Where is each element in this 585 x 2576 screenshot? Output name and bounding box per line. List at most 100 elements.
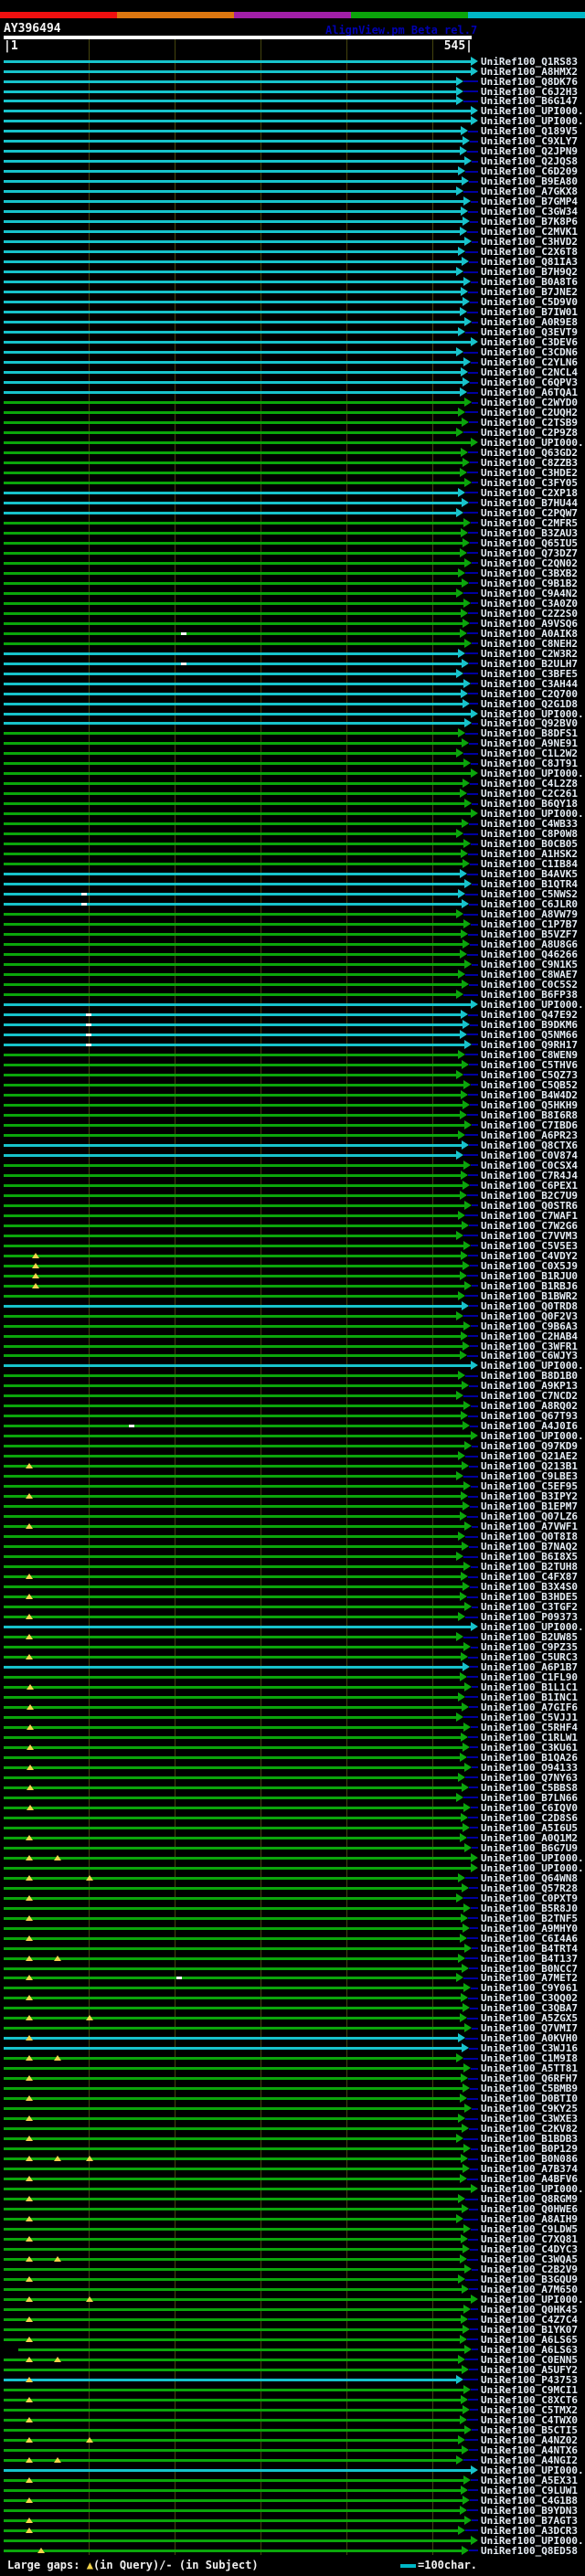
hit-line[interactable] [4,1786,462,1789]
hit-line[interactable] [4,742,462,745]
hit-label[interactable]: UniRef100_C7W2G6 [481,1221,578,1231]
hit-line[interactable] [4,2509,460,2512]
hit-line[interactable] [4,1636,456,1638]
hit-line[interactable] [4,1776,458,1779]
hit-line[interactable] [4,1235,456,1237]
hit-line[interactable] [4,933,461,936]
hit-line[interactable] [4,1345,463,1348]
hit-label[interactable]: UniRef100_C6I4A6 [481,1934,578,1944]
hit-line[interactable] [4,2519,464,2522]
hit-line[interactable] [4,2037,458,2040]
hit-line[interactable] [4,160,464,163]
hit-line[interactable] [4,2027,464,2030]
hit-line[interactable] [4,1475,456,1478]
hit-line[interactable] [4,542,463,545]
hit-line[interactable] [4,2057,456,2060]
hit-label[interactable]: UniRef100_C5V5E3 [481,1241,578,1251]
hit-label[interactable]: UniRef100_B4TRT4 [481,1944,578,1954]
hit-line[interactable] [4,1374,458,1377]
hit-line[interactable] [4,90,456,93]
hit-line[interactable] [4,220,463,223]
hit-line[interactable] [4,812,471,815]
hit-line[interactable] [4,1947,464,1950]
hit-line[interactable] [4,1535,458,1538]
hit-line[interactable] [4,301,463,303]
hit-label[interactable]: UniRef100_C4G1B8 [481,2496,578,2506]
hit-line[interactable] [4,1797,456,1799]
hit-line[interactable] [4,70,471,73]
hit-line[interactable] [4,291,461,293]
hit-line[interactable] [4,1656,461,1659]
hit-line[interactable] [4,903,462,906]
hit-line[interactable] [4,1937,460,1940]
hit-line[interactable] [4,1465,462,1468]
hit-line[interactable] [4,1094,461,1097]
hit-line[interactable] [4,973,458,976]
hit-line[interactable] [4,60,471,63]
hit-line[interactable] [4,2168,463,2170]
hit-line[interactable] [4,1686,464,1689]
hit-label[interactable]: UniRef100_A8HMX2 [481,67,578,77]
hit-line[interactable] [4,2479,463,2482]
hit-line[interactable] [4,2007,463,2009]
hit-line[interactable] [4,1766,464,1769]
hit-line[interactable] [4,451,461,454]
hit-line[interactable] [4,2318,461,2321]
hit-line[interactable] [4,2137,456,2140]
hit-line[interactable] [4,1275,460,1277]
hit-line[interactable] [4,2379,456,2381]
hit-line[interactable] [4,1736,461,1739]
hit-label[interactable]: UniRef100_A3DCR3 [481,2526,578,2536]
hit-line[interactable] [4,1084,463,1087]
hit-line[interactable] [4,2338,460,2341]
hit-line[interactable] [4,943,463,946]
hit-label[interactable]: UniRef100_C2HAB4 [481,1331,578,1341]
hit-line[interactable] [4,240,464,243]
hit-line[interactable] [4,752,456,755]
hit-line[interactable] [4,532,461,535]
hit-line[interactable] [4,1595,460,1598]
hit-line[interactable] [4,281,463,283]
hit-line[interactable] [4,1877,458,1880]
hit-line[interactable] [4,341,471,344]
hit-line[interactable] [4,2529,458,2532]
hit-line[interactable] [4,1245,463,1247]
hit-line[interactable] [4,853,461,855]
hit-line[interactable] [4,210,461,213]
hit-line[interactable] [4,2107,464,2110]
hit-line[interactable] [4,2087,463,2090]
hit-line[interactable] [4,732,458,735]
hit-line[interactable] [4,1315,456,1318]
hit-label[interactable]: UniRef100_C9LUW1 [481,2486,578,2496]
hit-line[interactable] [4,1857,471,1860]
hit-line[interactable] [4,2399,461,2401]
hit-line[interactable] [4,1887,462,1890]
hit-line[interactable] [4,502,462,504]
hit-line[interactable] [4,2549,462,2552]
hit-line[interactable] [4,883,464,885]
hit-line[interactable] [4,1144,462,1147]
hit-line[interactable] [4,2127,462,2130]
hit-label[interactable]: UniRef100_UPI000.. [481,2536,585,2546]
hit-line[interactable] [4,2238,461,2241]
hit-line[interactable] [4,1455,458,1458]
hit-line[interactable] [4,1114,460,1117]
hit-line[interactable] [4,1917,461,1920]
hit-label[interactable]: UniRef100_C7VVM3 [481,1231,578,1241]
hit-line[interactable] [4,441,471,444]
hit-line[interactable] [4,1907,463,1910]
hit-line[interactable] [4,1817,461,1819]
hit-label[interactable]: UniRef100_Q57R28 [481,1883,578,1893]
hit-line[interactable] [4,1394,456,1397]
hit-line[interactable] [4,1295,458,1298]
hit-line[interactable] [4,190,456,193]
hit-line[interactable] [4,652,458,655]
hit-label[interactable]: UniRef100_A5EX31 [481,2475,578,2486]
hit-line[interactable] [4,2077,461,2080]
hit-line[interactable] [4,1575,461,1578]
hit-line[interactable] [4,582,462,585]
hit-line[interactable] [4,2147,463,2150]
hit-line[interactable] [4,1807,463,1809]
hit-line[interactable] [4,893,458,896]
hit-line[interactable] [4,1384,462,1387]
